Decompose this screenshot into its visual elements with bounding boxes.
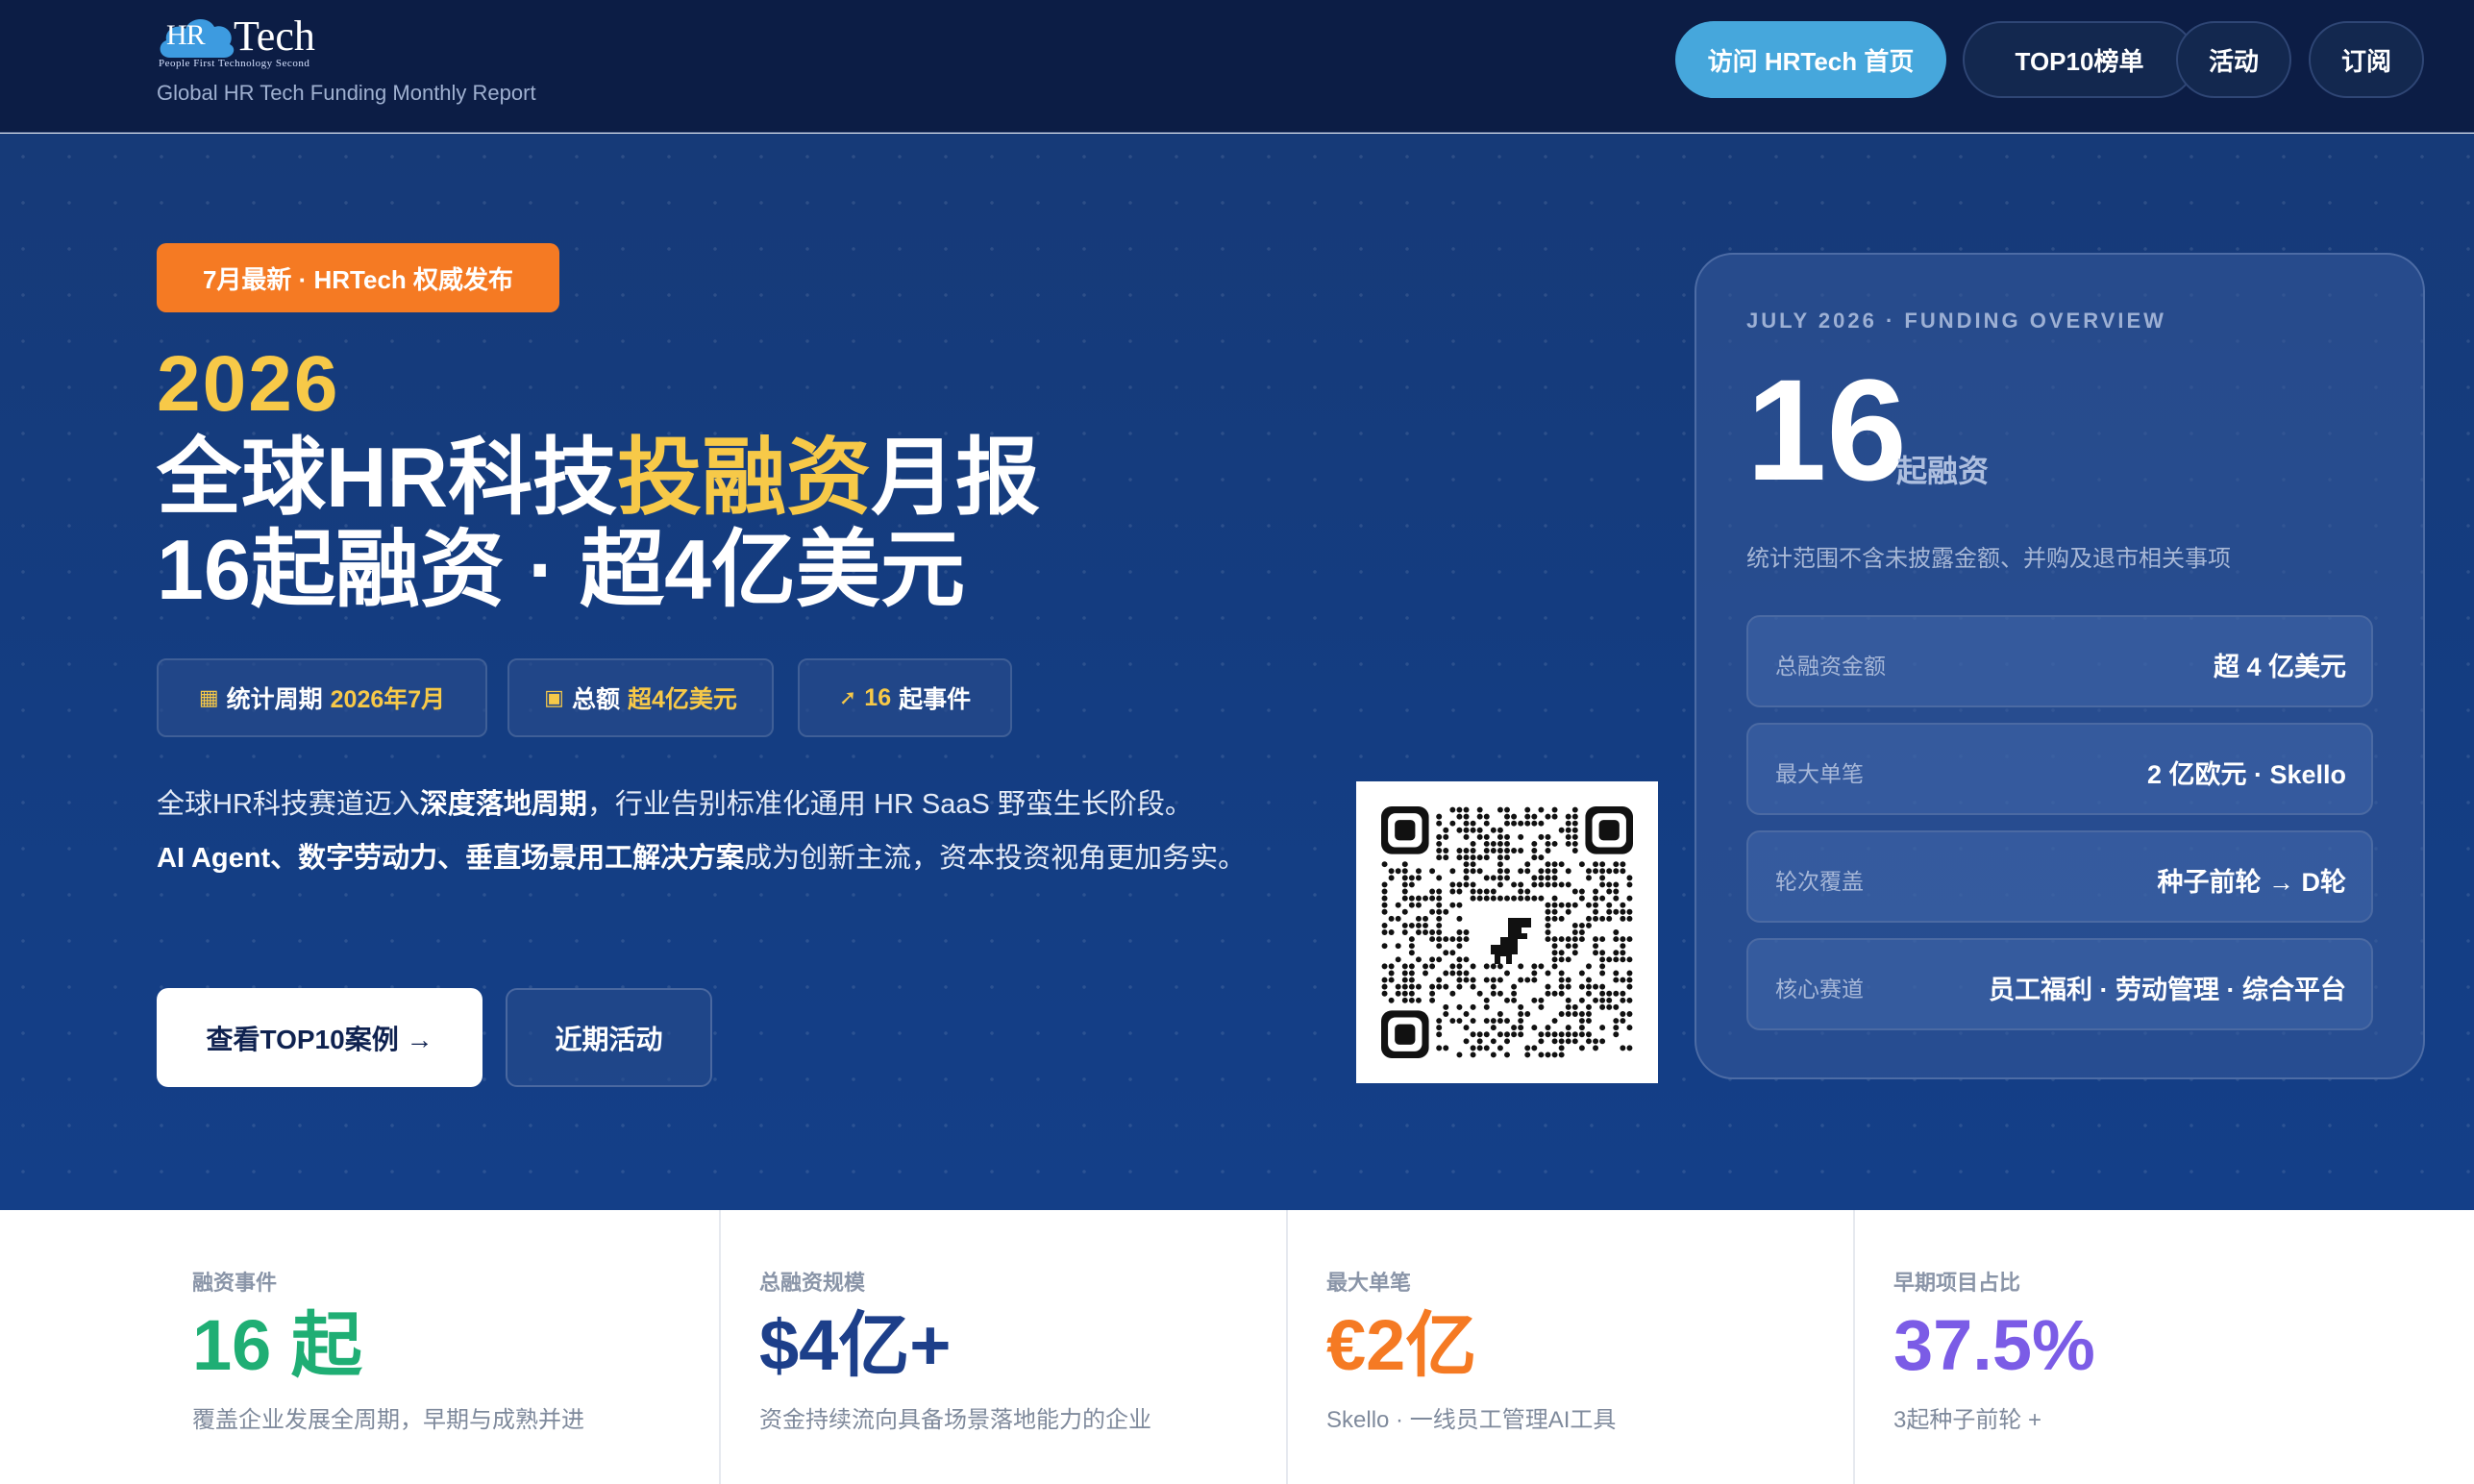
title-line-2: 16起融资 · 超4亿美元 xyxy=(157,522,966,617)
stat-largest: 最大单笔 €2亿 Skello · 一线员工管理AI工具 xyxy=(1288,1210,1855,1484)
nav-subscribe-button[interactable]: 订阅 xyxy=(2309,21,2424,98)
view-top10-button[interactable]: 查看TOP10案例 → xyxy=(157,988,482,1087)
row-key: 最大单笔 xyxy=(1775,761,1864,786)
chip-total-value: 超4亿美元 xyxy=(627,686,737,713)
row-value: 种子前轮 → D轮 xyxy=(2157,868,2346,897)
stat-early-ratio: 早期项目占比 37.5% 3起种子前轮 + xyxy=(1855,1210,2422,1484)
row-key: 轮次覆盖 xyxy=(1775,869,1864,894)
desc-bold-1: 深度落地周期 xyxy=(419,789,587,820)
row-key: 核心赛道 xyxy=(1775,977,1864,1002)
logo-hr-text: HR xyxy=(166,19,206,51)
row-value: 2 亿欧元 · Skello xyxy=(2146,760,2346,789)
stat-value: 16 起 xyxy=(192,1305,362,1385)
chip-events-value: 16 xyxy=(864,683,892,711)
qr-code xyxy=(1356,781,1658,1083)
chip-period: ▦ 统计周期 2026年7月 xyxy=(157,658,487,737)
chip-total-label: 总额 xyxy=(571,686,620,713)
nav-visit-home-button[interactable]: 访问 HRTech 首页 xyxy=(1675,21,1946,98)
overview-number: 16 xyxy=(1746,349,1907,510)
stat-label: 总融资规模 xyxy=(759,1271,866,1295)
stat-label: 早期项目占比 xyxy=(1893,1271,2021,1295)
overview-label: JULY 2026 · FUNDING OVERVIEW xyxy=(1746,309,2166,333)
rocket-icon: ➚ xyxy=(838,685,857,709)
desc-text-2: ，行业告别标准化通用 HR SaaS 野蛮生长阶段。 xyxy=(586,789,1193,820)
hero-title: 全球HR科技投融资月报 16起融资 · 超4亿美元 xyxy=(157,432,1040,616)
stat-value: 37.5% xyxy=(1893,1305,2095,1385)
qr-code-icon xyxy=(1381,806,1633,1058)
logo-tagline: People First Technology Second xyxy=(159,58,310,69)
site-subtitle: Global HR Tech Funding Monthly Report xyxy=(157,81,536,105)
desc-text-3: 成为创新主流，资本投资视角更加务实。 xyxy=(744,843,1247,874)
overview-unit: 起融资 xyxy=(1896,454,1990,488)
recent-events-button[interactable]: 近期活动 xyxy=(506,988,712,1087)
hero-description: 全球HR科技赛道迈入深度落地周期，行业告别标准化通用 HR SaaS 野蛮生长阶… xyxy=(157,778,1252,885)
overview-row-largest: 最大单笔 2 亿欧元 · Skello xyxy=(1746,723,2373,815)
hero-section: 7月最新 · HRTech 权威发布 2026 全球HR科技投融资月报 16起融… xyxy=(0,134,2474,1210)
overview-note: 统计范围不含未披露金额、并购及退市相关事项 xyxy=(1746,546,2231,572)
stat-value: $4亿+ xyxy=(759,1305,952,1385)
calendar-icon: ▦ xyxy=(198,685,219,709)
row-value: 超 4 亿美元 xyxy=(2213,653,2346,681)
hero-year: 2026 xyxy=(157,340,340,428)
stat-events: 融资事件 16 起 覆盖企业发展全周期，早期与成熟并进 xyxy=(154,1210,721,1484)
row-value: 员工福利 · 劳动管理 · 综合平台 xyxy=(1989,976,2346,1004)
top-header: HR Tech People First Technology Second G… xyxy=(0,0,2474,133)
title-part-a: 全球HR科技 xyxy=(157,430,618,525)
nav-top10-button[interactable]: TOP10榜单 xyxy=(1963,21,2196,98)
chip-period-value: 2026年7月 xyxy=(330,686,446,713)
nav-events-button[interactable]: 活动 xyxy=(2176,21,2291,98)
chip-period-label: 统计周期 xyxy=(226,686,323,713)
stat-total-scale: 总融资规模 $4亿+ 资金持续流向具备场景落地能力的企业 xyxy=(721,1210,1288,1484)
stat-desc: 资金持续流向具备场景落地能力的企业 xyxy=(759,1407,1151,1433)
stat-label: 融资事件 xyxy=(192,1271,278,1295)
funding-overview-card: JULY 2026 · FUNDING OVERVIEW 16 起融资 统计范围… xyxy=(1695,253,2425,1079)
chip-total: ▣ 总额 超4亿美元 xyxy=(507,658,774,737)
row-key: 总融资金额 xyxy=(1775,654,1886,679)
overview-row-rounds: 轮次覆盖 种子前轮 → D轮 xyxy=(1746,830,2373,923)
stat-desc: 覆盖企业发展全周期，早期与成熟并进 xyxy=(192,1407,584,1433)
overview-row-total: 总融资金额 超 4 亿美元 xyxy=(1746,615,2373,707)
chip-events: ➚ 16 起事件 xyxy=(798,658,1012,737)
stat-desc: 3起种子前轮 + xyxy=(1893,1407,2042,1433)
stat-value: €2亿 xyxy=(1326,1305,1477,1385)
latest-badge: 7月最新 · HRTech 权威发布 xyxy=(157,243,559,312)
stat-desc: Skello · 一线员工管理AI工具 xyxy=(1326,1407,1617,1433)
stats-band: 融资事件 16 起 覆盖企业发展全周期，早期与成熟并进 总融资规模 $4亿+ 资… xyxy=(0,1210,2474,1484)
title-highlight: 投融资 xyxy=(617,430,872,525)
stat-label: 最大单笔 xyxy=(1326,1271,1412,1295)
money-icon: ▣ xyxy=(544,685,564,709)
desc-bold-2: AI Agent、数字劳动力、垂直场景用工解决方案 xyxy=(157,843,745,874)
chip-events-label: 起事件 xyxy=(899,686,972,713)
desc-text-1: 全球HR科技赛道迈入 xyxy=(157,789,420,820)
overview-row-sectors: 核心赛道 员工福利 · 劳动管理 · 综合平台 xyxy=(1746,938,2373,1030)
title-part-c: 月报 xyxy=(871,430,1041,525)
logo-tech-text: Tech xyxy=(234,12,315,60)
hrtech-logo[interactable]: HR Tech People First Technology Second xyxy=(157,8,349,69)
